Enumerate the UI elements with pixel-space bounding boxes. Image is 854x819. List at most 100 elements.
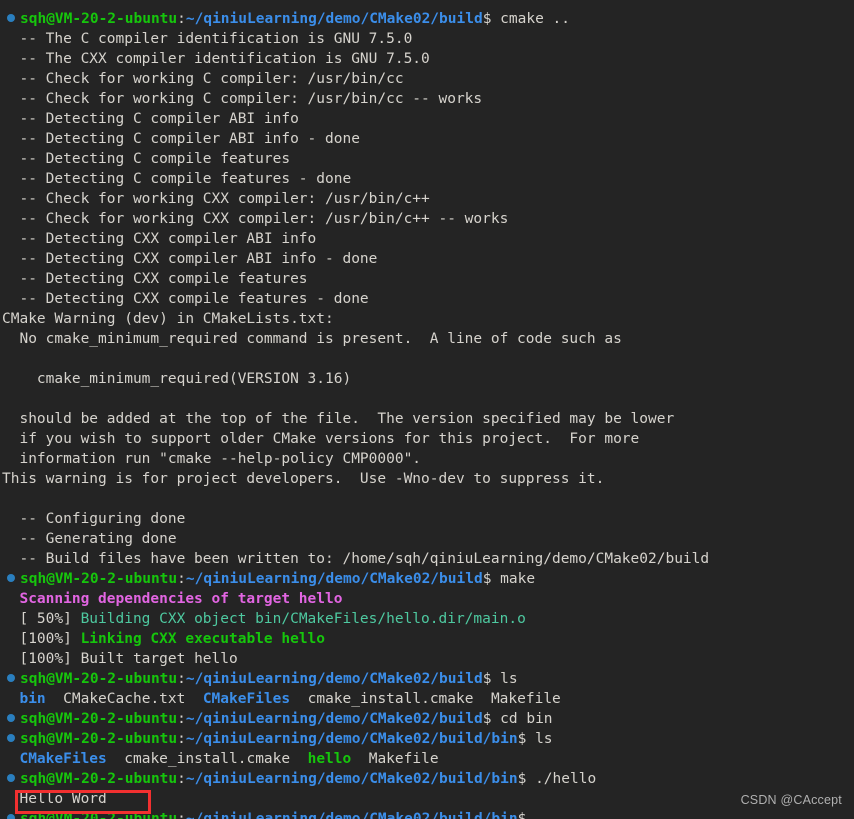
ls-entry-cmake-install: cmake_install.cmake bbox=[307, 691, 474, 707]
prompt-line-partial: sqh@VM-20-2-ubuntu:~/qiniuLearning/demo/… bbox=[2, 809, 854, 819]
prompt-bullet-icon bbox=[7, 14, 15, 22]
prompt-user-host: sqh@VM-20-2-ubuntu bbox=[20, 711, 178, 727]
ls-gap bbox=[107, 751, 124, 767]
output-line: -- Check for working C compiler: /usr/bi… bbox=[2, 71, 404, 87]
prompt-separator: : bbox=[177, 811, 186, 819]
ls-gap bbox=[185, 691, 202, 707]
prompt-user-host: sqh@VM-20-2-ubuntu bbox=[20, 811, 178, 819]
prompt-separator: : bbox=[177, 571, 186, 587]
prompt-separator: : bbox=[177, 731, 186, 747]
prompt-user-host: sqh@VM-20-2-ubuntu bbox=[20, 771, 178, 787]
output-line: -- Detecting C compile features - done bbox=[2, 171, 352, 187]
make-linking-line: [100%] Linking CXX executable hello bbox=[2, 629, 854, 649]
prompt-path: ~/qiniuLearning/demo/CMake02/build/bin bbox=[185, 771, 518, 787]
prompt-path: ~/qiniuLearning/demo/CMake02/build bbox=[185, 671, 483, 687]
output-indent bbox=[2, 791, 19, 807]
program-output-text: Hello Word bbox=[19, 791, 107, 807]
ls-gap bbox=[46, 691, 63, 707]
ls-gap bbox=[351, 751, 368, 767]
prompt-line-cmake: sqh@VM-20-2-ubuntu:~/qiniuLearning/demo/… bbox=[2, 9, 854, 29]
prompt-path: ~/qiniuLearning/demo/CMake02/build bbox=[185, 11, 483, 27]
prompt-user-host: sqh@VM-20-2-ubuntu bbox=[20, 11, 178, 27]
command-ls: ls bbox=[491, 671, 518, 687]
make-linking-text: Linking CXX executable hello bbox=[80, 631, 326, 647]
make-building-text: Building CXX object bin/CMakeFiles/hello… bbox=[80, 611, 526, 627]
output-line: -- Detecting CXX compiler ABI info - don… bbox=[2, 251, 378, 267]
command-ls: ls bbox=[526, 731, 553, 747]
output-line: -- Detecting C compiler ABI info bbox=[2, 111, 299, 127]
ls-entry-cmake-install: cmake_install.cmake bbox=[124, 751, 291, 767]
prompt-separator: : bbox=[177, 711, 186, 727]
prompt-separator: : bbox=[177, 11, 186, 27]
make-scanning-text: Scanning dependencies of target hello bbox=[2, 591, 343, 607]
prompt-bullet-icon bbox=[7, 734, 15, 742]
make-built-line: [100%] Built target hello bbox=[2, 649, 854, 669]
watermark-text: CSDN @CAccept bbox=[740, 793, 842, 807]
command-cd-bin: cd bin bbox=[491, 711, 553, 727]
make-building-percent: [ 50%] bbox=[2, 611, 81, 627]
output-line: -- Detecting CXX compile features - done bbox=[2, 291, 369, 307]
make-linking-percent: [100%] bbox=[2, 631, 81, 647]
terminal-output-area: sqh@VM-20-2-ubuntu:~/qiniuLearning/demo/… bbox=[0, 0, 854, 819]
ls-gap bbox=[290, 751, 307, 767]
ls-entry-makefile: Makefile bbox=[490, 691, 561, 707]
prompt-user-host: sqh@VM-20-2-ubuntu bbox=[20, 571, 178, 587]
ls-indent bbox=[2, 691, 19, 707]
ls-entry-cmakecache: CMakeCache.txt bbox=[63, 691, 186, 707]
output-line: if you wish to support older CMake versi… bbox=[2, 431, 640, 447]
prompt-line-cd-bin: sqh@VM-20-2-ubuntu:~/qiniuLearning/demo/… bbox=[2, 709, 854, 729]
output-line: -- Check for working CXX compiler: /usr/… bbox=[2, 191, 430, 207]
make-building-line: [ 50%] Building CXX object bin/CMakeFile… bbox=[2, 609, 854, 629]
ls-entry-cmakefiles: CMakeFiles bbox=[19, 751, 107, 767]
prompt-path: ~/qiniuLearning/demo/CMake02/build bbox=[185, 711, 483, 727]
ls-output-bin: CMakeFiles cmake_install.cmake hello Mak… bbox=[2, 749, 854, 769]
prompt-bullet-icon bbox=[7, 574, 15, 582]
make-built-text: Built target hello bbox=[80, 651, 238, 667]
make-scanning-line: Scanning dependencies of target hello bbox=[2, 589, 854, 609]
output-line: -- Check for working C compiler: /usr/bi… bbox=[2, 91, 483, 107]
output-line: -- Generating done bbox=[2, 531, 177, 547]
output-line: -- The C compiler identification is GNU … bbox=[2, 31, 413, 47]
output-line: -- Configuring done bbox=[2, 511, 186, 527]
ls-gap bbox=[290, 691, 307, 707]
output-line: information run "cmake --help-policy CMP… bbox=[2, 451, 422, 467]
ls-entry-cmakefiles: CMakeFiles bbox=[202, 691, 291, 707]
terminal-window[interactable]: sqh@VM-20-2-ubuntu:~/qiniuLearning/demo/… bbox=[0, 0, 854, 819]
output-line: -- Check for working CXX compiler: /usr/… bbox=[2, 211, 509, 227]
ls-output-build: bin CMakeCache.txt CMakeFiles cmake_inst… bbox=[2, 689, 854, 709]
output-line-blank bbox=[2, 389, 854, 409]
prompt-line-make: sqh@VM-20-2-ubuntu:~/qiniuLearning/demo/… bbox=[2, 569, 854, 589]
warning-header-line: CMake Warning (dev) in CMakeLists.txt: bbox=[2, 311, 334, 327]
prompt-path: ~/qiniuLearning/demo/CMake02/build bbox=[185, 571, 483, 587]
output-line-blank bbox=[2, 349, 854, 369]
prompt-bullet-icon bbox=[7, 814, 15, 819]
ls-indent bbox=[2, 751, 19, 767]
output-line: No cmake_minimum_required command is pre… bbox=[2, 331, 622, 347]
ls-entry-bin: bin bbox=[19, 691, 46, 707]
prompt-line-ls-bin: sqh@VM-20-2-ubuntu:~/qiniuLearning/demo/… bbox=[2, 729, 854, 749]
prompt-bullet-icon bbox=[7, 774, 15, 782]
output-line: -- Detecting C compile features bbox=[2, 151, 291, 167]
prompt-bullet-icon bbox=[7, 674, 15, 682]
output-line: -- Detecting CXX compiler ABI info bbox=[2, 231, 317, 247]
prompt-line-run-hello: sqh@VM-20-2-ubuntu:~/qiniuLearning/demo/… bbox=[2, 769, 854, 789]
prompt-user-host: sqh@VM-20-2-ubuntu bbox=[20, 731, 178, 747]
command-run-hello: ./hello bbox=[526, 771, 597, 787]
prompt-user-host: sqh@VM-20-2-ubuntu bbox=[20, 671, 178, 687]
output-line-blank bbox=[2, 489, 854, 509]
output-line: This warning is for project developers. … bbox=[2, 471, 605, 487]
prompt-line-ls-build: sqh@VM-20-2-ubuntu:~/qiniuLearning/demo/… bbox=[2, 669, 854, 689]
prompt-path: ~/qiniuLearning/demo/CMake02/build/bin bbox=[185, 731, 518, 747]
output-line: -- Detecting C compiler ABI info - done bbox=[2, 131, 360, 147]
prompt-sigil: $ bbox=[517, 811, 527, 819]
prompt-separator: : bbox=[177, 671, 186, 687]
ls-entry-hello: hello bbox=[307, 751, 352, 767]
output-line: should be added at the top of the file. … bbox=[2, 411, 675, 427]
output-line: -- Build files have been written to: /ho… bbox=[2, 551, 710, 567]
output-line: cmake_minimum_required(VERSION 3.16) bbox=[2, 371, 352, 387]
prompt-bullet-icon bbox=[7, 714, 15, 722]
output-line: -- Detecting CXX compile features bbox=[2, 271, 308, 287]
command-make: make bbox=[491, 571, 536, 587]
ls-gap bbox=[473, 691, 490, 707]
program-output-line: Hello Word bbox=[2, 789, 854, 809]
